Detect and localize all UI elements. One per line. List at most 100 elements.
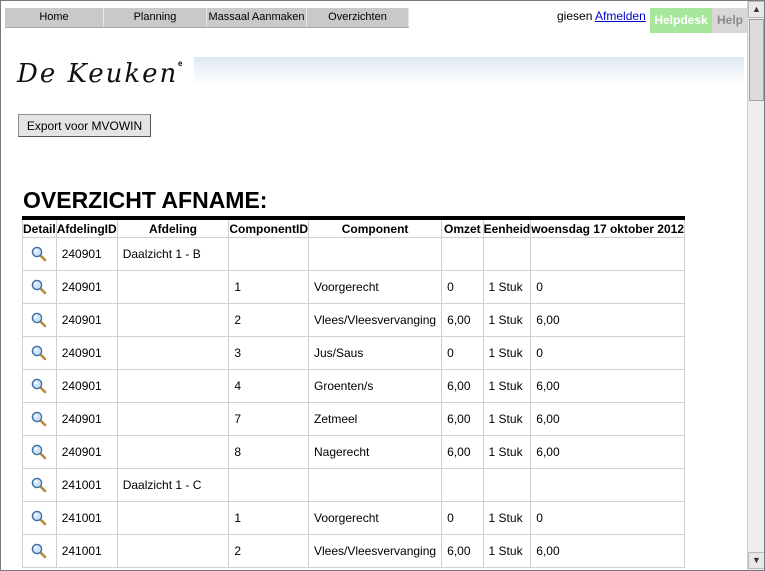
magnifier-icon[interactable] — [30, 477, 48, 493]
cell-eenheid: 1 Stuk — [482, 270, 532, 304]
cell-date-value: 0 — [530, 501, 685, 535]
cell-date-value: 6,00 — [530, 534, 685, 568]
cell-detail — [22, 369, 57, 403]
cell-componentid — [228, 237, 309, 271]
cell-afdeling — [116, 501, 230, 535]
cell-detail — [22, 501, 57, 535]
cell-afdelingid: 240901 — [55, 237, 118, 271]
browser-viewport: Home Planning Massaal Aanmaken Overzicht… — [0, 0, 765, 571]
cell-omzet: 6,00 — [441, 435, 484, 469]
cell-date-value: 6,00 — [530, 303, 685, 337]
cell-componentid: 3 — [228, 336, 309, 370]
logo: De Keuken — [17, 59, 179, 89]
cell-afdelingid: 240901 — [55, 369, 118, 403]
cell-eenheid — [482, 468, 532, 502]
col-header-eenheid: Eenheid — [482, 217, 532, 238]
top-navigation: Home Planning Massaal Aanmaken Overzicht… — [5, 8, 409, 28]
cell-eenheid: 1 Stuk — [482, 435, 532, 469]
nav-planning[interactable]: Planning — [104, 8, 207, 27]
cell-component: Voorgerecht — [307, 270, 443, 304]
cell-componentid: 1 — [228, 270, 309, 304]
header-gradient-band — [194, 57, 744, 87]
magnifier-icon[interactable] — [30, 312, 48, 328]
cell-afdeling — [116, 435, 230, 469]
cell-date-value: 0 — [530, 336, 685, 370]
table-row: 241001 Daalzicht 1 - C — [22, 468, 685, 502]
cell-detail — [22, 303, 57, 337]
export-mvowin-button[interactable]: Export voor MVOWIN — [18, 114, 151, 137]
cell-omzet: 6,00 — [441, 369, 484, 403]
cell-afdeling — [116, 402, 230, 436]
cell-omzet: 6,00 — [441, 534, 484, 568]
cell-detail — [22, 534, 57, 568]
help-button[interactable]: Help — [712, 8, 748, 33]
cell-date-value: 6,00 — [530, 435, 685, 469]
table-row: 240901 Daalzicht 1 - B — [22, 237, 685, 271]
table-row: 240901 7 Zetmeel 6,00 1 Stuk 6,00 — [22, 402, 685, 436]
cell-afdeling — [116, 534, 230, 568]
cell-componentid: 7 — [228, 402, 309, 436]
cell-afdeling — [116, 336, 230, 370]
vertical-scrollbar[interactable]: ▲ ▼ — [747, 1, 764, 570]
cell-omzet: 0 — [441, 501, 484, 535]
cell-afdeling: Daalzicht 1 - B — [116, 237, 230, 271]
page-title: OVERZICHT AFNAME: — [23, 187, 268, 213]
table-row: 240901 4 Groenten/s 6,00 1 Stuk 6,00 — [22, 369, 685, 403]
col-header-afdeling: Afdeling — [116, 217, 230, 238]
magnifier-icon[interactable] — [30, 279, 48, 295]
cell-omzet — [441, 237, 484, 271]
cell-afdeling — [116, 369, 230, 403]
col-header-date: woensdag 17 oktober 2012 — [530, 217, 685, 238]
cell-detail — [22, 402, 57, 436]
cell-component — [307, 237, 443, 271]
cell-afdelingid: 240901 — [55, 402, 118, 436]
arrow-up-icon[interactable]: ▲ — [748, 1, 764, 18]
cell-omzet — [441, 468, 484, 502]
table-row: 241001 1 Voorgerecht 0 1 Stuk 0 — [22, 501, 685, 535]
helpdesk-button[interactable]: Helpdesk — [650, 8, 712, 33]
cell-omzet: 6,00 — [441, 402, 484, 436]
cell-eenheid — [482, 237, 532, 271]
magnifier-icon[interactable] — [30, 444, 48, 460]
nav-home[interactable]: Home — [5, 8, 104, 27]
cell-eenheid: 1 Stuk — [482, 303, 532, 337]
scrollbar-thumb[interactable] — [749, 19, 764, 101]
cell-componentid: 1 — [228, 501, 309, 535]
cell-afdelingid: 241001 — [55, 468, 118, 502]
cell-date-value — [530, 237, 685, 271]
cell-afdeling: Daalzicht 1 - C — [116, 468, 230, 502]
cell-componentid — [228, 468, 309, 502]
magnifier-icon[interactable] — [30, 411, 48, 427]
cell-afdelingid: 240901 — [55, 270, 118, 304]
cell-component: Nagerecht — [307, 435, 443, 469]
col-header-component: Component — [307, 217, 443, 238]
nav-overzichten[interactable]: Overzichten — [307, 8, 409, 27]
nav-massaal-aanmaken[interactable]: Massaal Aanmaken — [207, 8, 307, 27]
col-header-afdelingid: AfdelingID — [55, 217, 118, 238]
magnifier-icon[interactable] — [30, 543, 48, 559]
cell-afdelingid: 240901 — [55, 303, 118, 337]
logout-link[interactable]: Afmelden — [595, 9, 646, 23]
logo-mark: e — [178, 59, 183, 68]
cell-afdelingid: 241001 — [55, 534, 118, 568]
cell-eenheid: 1 Stuk — [482, 534, 532, 568]
overview-table: Detail AfdelingID Afdeling ComponentID C… — [22, 216, 685, 568]
magnifier-icon[interactable] — [30, 345, 48, 361]
arrow-down-icon[interactable]: ▼ — [748, 552, 764, 569]
cell-component: Jus/Saus — [307, 336, 443, 370]
cell-componentid: 2 — [228, 534, 309, 568]
cell-omzet: 0 — [441, 270, 484, 304]
overview-table-container: Detail AfdelingID Afdeling ComponentID C… — [22, 216, 685, 568]
magnifier-icon[interactable] — [30, 378, 48, 394]
cell-detail — [22, 468, 57, 502]
cell-omzet: 6,00 — [441, 303, 484, 337]
table-row: 240901 8 Nagerecht 6,00 1 Stuk 6,00 — [22, 435, 685, 469]
cell-eenheid: 1 Stuk — [482, 369, 532, 403]
cell-date-value: 6,00 — [530, 369, 685, 403]
cell-componentid: 4 — [228, 369, 309, 403]
cell-componentid: 8 — [228, 435, 309, 469]
cell-date-value: 6,00 — [530, 402, 685, 436]
table-header-row: Detail AfdelingID Afdeling ComponentID C… — [22, 217, 685, 238]
magnifier-icon[interactable] — [30, 246, 48, 262]
magnifier-icon[interactable] — [30, 510, 48, 526]
